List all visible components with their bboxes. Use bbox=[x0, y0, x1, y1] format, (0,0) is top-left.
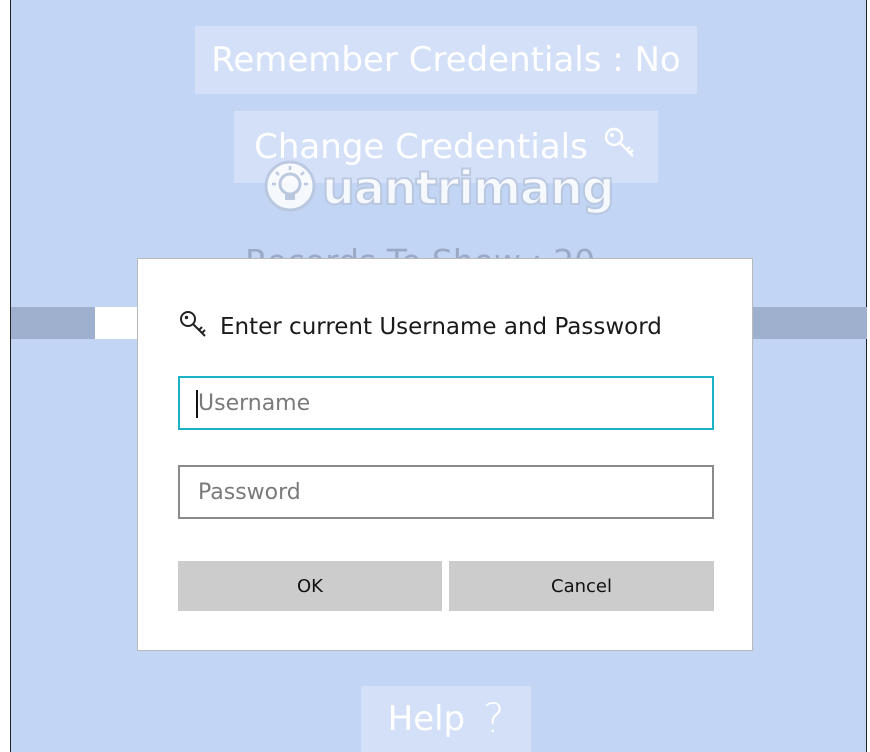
background-bar-white bbox=[95, 307, 140, 339]
app-window: Remember Credentials : No Change Credent… bbox=[0, 0, 870, 752]
ok-button[interactable]: OK bbox=[178, 561, 442, 611]
help-label: Help bbox=[387, 699, 466, 739]
username-field[interactable] bbox=[178, 376, 714, 430]
cancel-button[interactable]: Cancel bbox=[449, 561, 714, 611]
password-field[interactable] bbox=[178, 465, 714, 519]
username-input[interactable] bbox=[198, 378, 712, 428]
remember-credentials-button[interactable]: Remember Credentials : No bbox=[195, 26, 697, 94]
lightbulb-icon bbox=[262, 158, 318, 218]
watermark-text: uantrimang bbox=[321, 160, 616, 216]
key-icon bbox=[178, 309, 208, 345]
text-caret bbox=[196, 390, 198, 418]
background-bar-left bbox=[11, 307, 95, 339]
left-edge bbox=[0, 0, 11, 752]
password-input[interactable] bbox=[198, 467, 712, 517]
right-edge bbox=[866, 0, 870, 752]
dialog-title: Enter current Username and Password bbox=[178, 309, 662, 345]
help-icon: ? bbox=[483, 696, 505, 742]
dialog-title-text: Enter current Username and Password bbox=[220, 314, 662, 340]
remember-credentials-label: Remember Credentials : No bbox=[211, 40, 681, 80]
credentials-dialog: Enter current Username and Password OK C… bbox=[137, 258, 753, 651]
help-button[interactable]: Help ? bbox=[361, 686, 531, 752]
background-bar-right bbox=[752, 307, 867, 339]
watermark: uantrimang bbox=[262, 158, 616, 218]
